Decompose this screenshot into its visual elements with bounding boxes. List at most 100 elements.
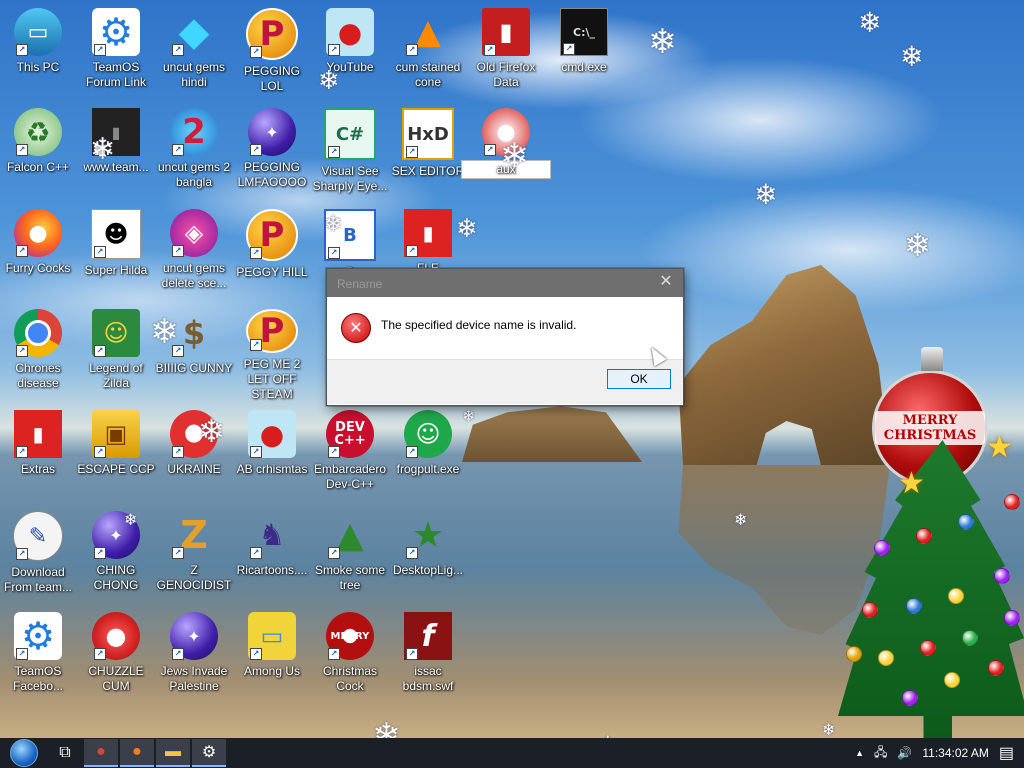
- desktop-icon[interactable]: ◈ ↗ uncut gems delete sce...: [156, 205, 232, 301]
- desktop-icon[interactable]: ♞ ↗ Ricartoons....: [234, 507, 310, 603]
- start-button[interactable]: [0, 738, 48, 768]
- desktop-icon[interactable]: HxD ↗ SEX EDITOR: [390, 104, 466, 200]
- ok-button[interactable]: OK: [607, 369, 671, 389]
- tree-ornament-ball: [962, 630, 978, 646]
- desktop-icon[interactable]: DEV C++ ↗ Embarcadero Dev-C++: [312, 406, 388, 502]
- desktop-icon[interactable]: ☺ ↗ Legend of Zilda: [78, 305, 154, 401]
- csharp-icon: C# ↗: [324, 108, 376, 160]
- desktop-icon[interactable]: MERRY ↗ Christmas Cock: [312, 608, 388, 704]
- desktop-icon[interactable]: ▭ ↗ Among Us: [234, 608, 310, 704]
- snowflake-icon: ❄: [150, 312, 179, 352]
- shortcut-arrow-icon: ↗: [484, 144, 496, 156]
- desktop-icon[interactable]: ● ↗ Furry Cocks: [0, 205, 76, 301]
- tree-ornament-ball: [906, 598, 922, 614]
- shortcut-arrow-icon: ↗: [250, 339, 262, 351]
- gift-box-icon: ▮ ↗: [482, 8, 530, 56]
- snowflake-icon: ❄: [372, 716, 401, 738]
- desktop-icon[interactable]: ▲ ↗ Smoke some tree: [312, 507, 388, 603]
- desktop-icon[interactable]: ⚙ ↗ TeamOS Forum Link: [78, 4, 154, 100]
- dialog-titlebar[interactable]: Rename ✕: [327, 269, 683, 297]
- desktop-icon-label: This PC: [16, 60, 60, 74]
- teamos-facebook-icon: ⚙ ↗: [14, 612, 62, 660]
- shortcut-arrow-icon: ↗: [172, 446, 184, 458]
- desktop-icon-label: Furry Cocks: [5, 261, 71, 275]
- tree-ornament-ball: [862, 602, 878, 618]
- gem-icon: ◈ ↗: [170, 209, 218, 257]
- notifications-icon[interactable]: ▤: [999, 743, 1014, 763]
- tray-chevron-icon[interactable]: ▲: [855, 748, 864, 758]
- desktop-icon-label: DesktopLig...: [392, 563, 464, 577]
- desktop-icon[interactable]: C# ↗ Visual See Sharply Eye...: [312, 104, 388, 200]
- desktop-icon-label: Z GENOCIDIST: [156, 563, 232, 592]
- volume-icon[interactable]: 🔊: [897, 746, 912, 760]
- desktop-icon-label: ESCAPE CCP: [77, 462, 155, 476]
- desktop-icon[interactable]: ☻ ↗ Super Hilda: [78, 205, 154, 301]
- snowflake-icon: ❄: [754, 178, 778, 211]
- desktop-icon[interactable]: ▣ ↗ ESCAPE CCP: [77, 406, 155, 502]
- desktop-icon[interactable]: ★ ↗ DesktopLig...: [390, 507, 466, 603]
- shortcut-arrow-icon: ↗: [94, 345, 106, 357]
- shortcut-arrow-icon: ↗: [328, 446, 340, 458]
- settings-taskbar-button[interactable]: ⚙: [192, 739, 226, 767]
- desktop-icon[interactable]: P ↗ PEG ME 2 LET OFF STEAM: [234, 305, 310, 401]
- desktop-icon-label: Old Firefox Data: [476, 60, 536, 89]
- taskbar: ⧉ ● ● ▬ ⚙ ▲ 🖧 🔊 11:34:02 AM ▤: [0, 738, 1024, 768]
- desktop-icon-label: Legend of Zilda: [89, 361, 143, 390]
- desktop-icon[interactable]: ✦ ↗ Jews Invade Palestine: [156, 608, 232, 704]
- chrome-taskbar-button[interactable]: ●: [84, 739, 118, 767]
- tree-ornament-ball: [878, 650, 894, 666]
- desktop-icon[interactable]: ◆ ↗ uncut gems hindi: [156, 4, 232, 100]
- desktop-icon[interactable]: ⚙ ↗ TeamOS Facebo...: [0, 608, 76, 704]
- firefox-taskbar-button[interactable]: ●: [120, 739, 154, 767]
- desktop-icon[interactable]: P ↗ PEGGY HILL: [234, 205, 310, 301]
- desktop-icon[interactable]: 2 ↗ uncut gems 2 bangla: [156, 104, 232, 200]
- desktop-icon[interactable]: ✦ ↗ CHING CHONG: [78, 507, 154, 603]
- close-button[interactable]: ✕: [653, 272, 679, 292]
- clock-time[interactable]: 11:34:02 AM: [922, 746, 989, 760]
- desktop-icon-label: Falcon C++: [6, 160, 70, 174]
- task-view-button[interactable]: ⧉: [48, 739, 82, 767]
- desktop-icon[interactable]: ▮ ↗ Extras: [0, 406, 76, 502]
- shortcut-arrow-icon: ↗: [328, 44, 340, 56]
- desktop-icon[interactable]: ▲ ↗ cum stained cone: [390, 4, 466, 100]
- desktop-icon[interactable]: ↗ Chrones disease: [0, 305, 76, 401]
- desktop-icon-label: PEGGY HILL: [236, 265, 308, 279]
- desktop-icon[interactable]: ● ↗ AB crhismtas: [234, 406, 310, 502]
- file-explorer-taskbar-button[interactable]: ▬: [156, 739, 190, 767]
- angry-bird-icon: ● ↗: [326, 8, 374, 56]
- network-icon[interactable]: 🖧: [874, 743, 887, 764]
- peggle-icon: P ↗: [246, 8, 298, 60]
- desktop-icon[interactable]: ▭ ↗ This PC: [0, 4, 76, 100]
- angry-bird-icon: ● ↗: [248, 410, 296, 458]
- desktop-icon[interactable]: C:\_ ↗ cmd.exe: [546, 4, 622, 100]
- peggle-icon: P ↗: [246, 209, 298, 261]
- shortcut-arrow-icon: ↗: [406, 245, 418, 257]
- shortcut-arrow-icon: ↗: [328, 247, 340, 259]
- desktop-icon[interactable]: Z ↗ Z GENOCIDIST: [156, 507, 232, 603]
- desktop-icon-label: Embarcadero Dev-C++: [313, 462, 387, 491]
- shortcut-arrow-icon: ↗: [484, 44, 496, 56]
- shortcut-arrow-icon: ↗: [172, 547, 184, 559]
- desktop-icon[interactable]: ▮ ↗ Old Firefox Data: [468, 4, 544, 100]
- pixel-art-icon: ☻ ↗: [91, 209, 141, 259]
- tree-ornament-ball: [920, 640, 936, 656]
- desktop-icon[interactable]: ✦ ↗ PEGGING LMFAOOOO: [234, 104, 310, 200]
- desktop-icon[interactable]: ☺ ↗ frogpult.exe: [390, 406, 466, 502]
- desktop[interactable]: ▭ ↗ This PC ⚙ ↗ TeamOS Forum Link ◆ ↗ uncut gems…: [0, 0, 1024, 738]
- shortcut-arrow-icon: ↗: [16, 648, 28, 660]
- shortcut-arrow-icon: ↗: [16, 44, 28, 56]
- desktop-icon[interactable]: ✎ ↗ Download From team...: [0, 507, 76, 603]
- download-icon: ✎ ↗: [13, 511, 63, 561]
- windows-orb-icon: [10, 739, 38, 767]
- shortcut-arrow-icon: ↗: [250, 446, 262, 458]
- chrome-icon: ↗: [14, 309, 62, 357]
- desktop-icon[interactable]: f ↗ issac bdsm.swf: [390, 608, 466, 704]
- desktop-icon-label: TeamOS Facebo...: [12, 664, 64, 693]
- desktop-icon[interactable]: ● ↗ CHUZZLE CUM: [78, 608, 154, 704]
- shortcut-arrow-icon: ↗: [328, 648, 340, 660]
- error-icon: ✕: [341, 313, 371, 343]
- desktop-icon[interactable]: ♻ ↗ Falcon C++: [0, 104, 76, 200]
- shortcut-arrow-icon: ↗: [172, 245, 184, 257]
- star-icon: ★: [986, 431, 1013, 464]
- desktop-icon[interactable]: P ↗ PEGGING LOL: [234, 4, 310, 100]
